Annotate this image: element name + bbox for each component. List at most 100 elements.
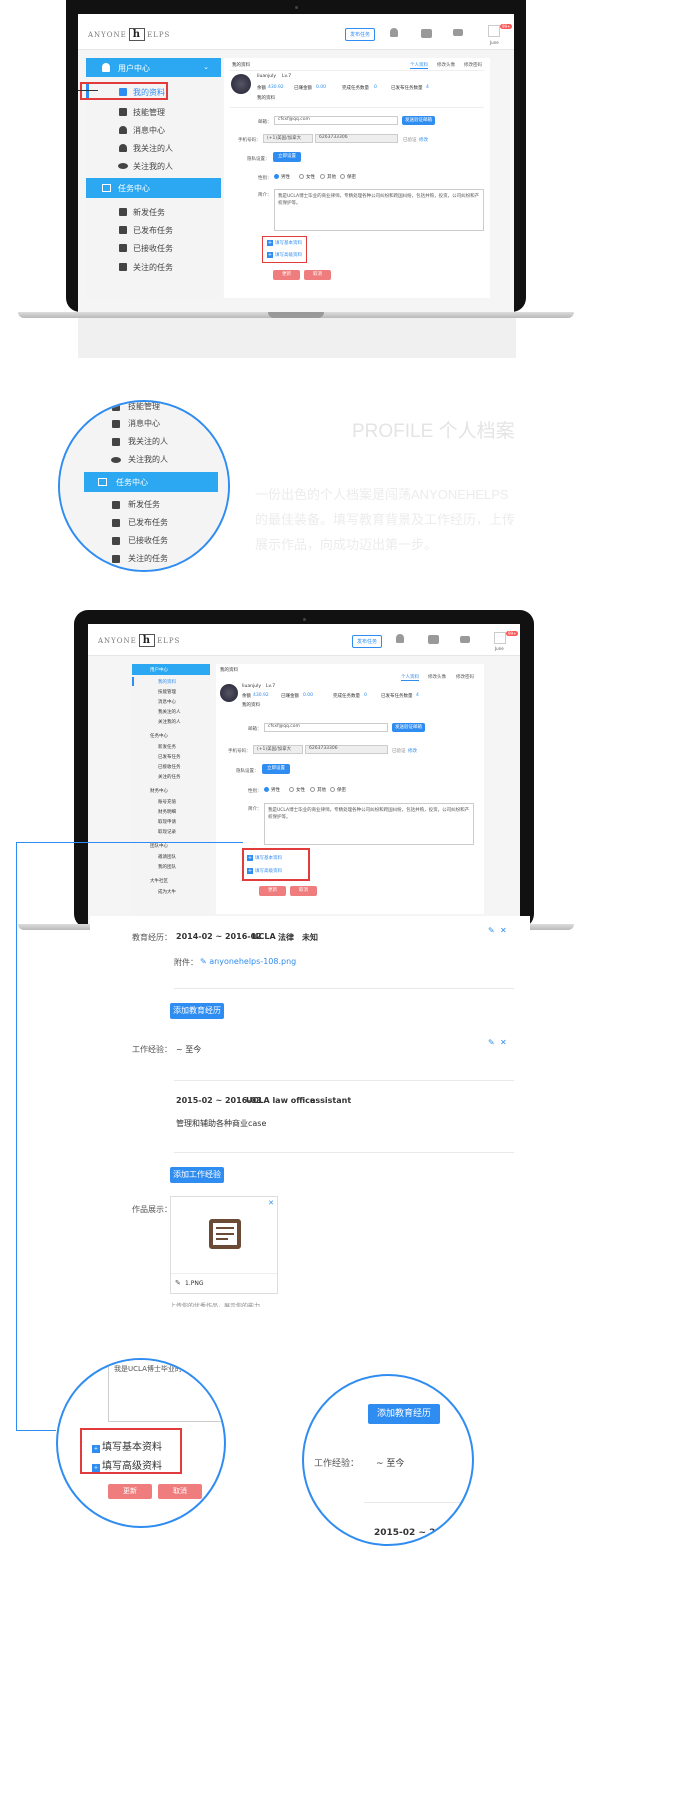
fill-advanced-link[interactable]: + 填写高级资料 [247,868,282,874]
zoom-item-published[interactable]: 已发布任务 [60,516,228,530]
eye-icon [118,163,128,169]
fill-basic-link[interactable]: + 填写基本资料 [267,240,302,246]
fill-advanced-link[interactable]: + 填写高级资料 [92,1457,162,1472]
inbox-icon [119,244,127,252]
add-work-button[interactable]: 添加工作经验 [170,1167,224,1183]
zoom-task-center-header[interactable]: 任务中心 [84,472,218,492]
zoom-item-new-task[interactable]: 新发任务 [60,498,228,512]
sidebar-item-new-task[interactable]: 新发任务 [86,206,221,220]
zoom-item-received[interactable]: 已接收任务 [60,534,228,548]
phone-code-select[interactable]: (+1)美国/加拿大 [263,134,313,143]
user-center-header[interactable]: 用户中心 [132,664,210,675]
phone-field[interactable]: 6263733306 [315,134,398,143]
fill-basic-link[interactable]: + 填写基本资料 [247,855,282,861]
work-thumbnail-card[interactable]: ✕ ✎ 1.PNG [170,1196,278,1294]
laptop-1-shadow [78,318,516,358]
sidebar-item-published[interactable]: 已发布任务 [86,224,221,238]
cancel-button[interactable]: 取消 [304,270,331,280]
gender-radio-male[interactable]: 男性 [264,787,280,793]
profile-panel: 我的资料 个人资料 修改头像 修改密码 liuanjuly Lv.7 余额 43… [224,58,490,298]
avatar[interactable] [494,632,506,644]
sidebar-item-followers[interactable]: 关注我的人 [86,160,221,174]
save-button[interactable]: 更新 [108,1484,152,1499]
close-icon[interactable]: ✕ [268,1199,274,1207]
pencil-icon [119,208,127,216]
pencil-icon[interactable]: ✎ [175,1279,181,1287]
zoom-item-followed-tasks[interactable]: 关注的任务 [60,552,228,566]
user-name[interactable]: June [490,40,499,45]
gender-radio-female[interactable]: 女性 [299,174,315,180]
save-button[interactable]: 更新 [273,270,300,280]
document-icon [209,1219,241,1249]
task-center-header[interactable]: 任务中心 [86,178,221,198]
zoom-item-following[interactable]: 我关注的人 [60,435,228,449]
notification-badge: 99+ [500,24,513,29]
modify-phone-link[interactable]: 修改 [419,137,428,143]
promo-line-3: 展示作品，向成功迈出第一步。 [255,537,438,552]
publish-task-button[interactable]: 发布任务 [352,635,383,648]
divider [230,107,484,108]
bell-icon[interactable] [390,28,398,37]
highlight-my-profile [80,82,168,100]
chevron-down-icon: ⌄ [203,63,209,71]
attachment-link[interactable]: ✎ anyonehelps-108.png [200,957,296,966]
chat-icon[interactable] [421,29,432,38]
avatar[interactable] [220,684,238,702]
connector-line [16,1430,56,1431]
gender-radio-secret[interactable]: 保密 [340,174,356,180]
close-icon[interactable]: ✕ [500,1038,507,1047]
logo[interactable]: ANYONE h ELPS [98,634,180,647]
sidebar-item-skills[interactable]: 技能管理 [86,106,221,120]
sidebar: 用户中心 我的资料 技能管理 消息中心 我关注的人 关注我的人 任务中心 新发任… [132,664,210,924]
gender-radio-female[interactable]: 女性 [289,787,305,793]
chat-icon[interactable] [428,635,439,644]
sidebar-item-followed-tasks[interactable]: 关注的任务 [86,261,221,275]
fill-basic-link[interactable]: + 填写基本资料 [92,1438,162,1453]
tab-password[interactable]: 修改密码 [464,62,482,68]
gender-radio-other[interactable]: 其他 [310,787,326,793]
user-name[interactable]: June [495,646,504,651]
edit-icon[interactable]: ✎ [488,1038,495,1047]
zoom-circle-fill-links: 我是UCLA博士毕业的 + 填写基本资料 + 填写高级资料 更新 取消 [56,1358,226,1528]
add-education-button[interactable]: 添加教育经历 [368,1404,440,1424]
privacy-setup-button[interactable]: 立即设置 [273,152,301,162]
cancel-button[interactable]: 取消 [158,1484,202,1499]
promo-line-2: 的最佳装备。填写教育背景及工作经历，上传 [255,512,516,527]
bookmark-icon [112,555,120,563]
add-education-button[interactable]: 添加教育经历 [170,1003,224,1019]
user-icon [102,63,110,72]
zoom-item-skills[interactable]: 技能管理 [60,402,228,414]
person-icon [119,144,127,152]
avatar[interactable] [231,74,251,94]
logo[interactable]: ANYONE h ELPS [88,28,170,41]
tab-profile[interactable]: 个人资料 [410,62,428,69]
user-center-header[interactable]: 用户中心 ⌄ [86,58,221,77]
tab-avatar[interactable]: 修改头像 [437,62,455,68]
sidebar-item-received[interactable]: 已接收任务 [86,242,221,256]
sidebar-item-messages[interactable]: 消息中心 [86,124,221,138]
intro-textarea[interactable]: 我是UCLA博士毕业的商业律师。专精处理各种公司纠纷和跨国纠纷，包括并购，投资，… [274,189,484,231]
edit-icon[interactable]: ✎ [488,926,495,935]
topbar: ANYONE h ELPS 发布任务 99+ June [88,624,520,656]
mail-icon[interactable] [460,636,470,643]
zoom-item-messages[interactable]: 消息中心 [60,417,228,431]
zoom-item-followers[interactable]: 关注我的人 [60,453,228,467]
close-icon[interactable]: ✕ [500,926,507,935]
calendar-icon [102,184,111,192]
mail-icon[interactable] [453,29,463,36]
send-verify-email-button[interactable]: 发送验证邮箱 [402,116,435,125]
zoom-circle-add-edu: 添加教育经历 工作经验： ~ 至今 2015-02 ~ 2016-0 [302,1374,474,1546]
person-icon [112,438,120,446]
publish-task-button[interactable]: 发布任务 [345,28,376,41]
avatar[interactable] [488,25,500,37]
zoom-circle-sidebar: 技能管理 消息中心 我关注的人 关注我的人 任务中心 新发任务 已发布任务 已接… [58,400,230,572]
gender-radio-other[interactable]: 其他 [320,174,336,180]
sidebar-item-following[interactable]: 我关注的人 [86,142,221,156]
document-icon [112,519,120,527]
fill-advanced-link[interactable]: + 填写高级资料 [267,252,302,258]
bell-icon[interactable] [396,634,404,643]
gender-radio-secret[interactable]: 保密 [330,787,346,793]
email-field[interactable]: cfsxf@qq.com [274,116,398,125]
notification-badge: 99+ [506,631,519,636]
gender-radio-male[interactable]: 男性 [274,174,290,180]
